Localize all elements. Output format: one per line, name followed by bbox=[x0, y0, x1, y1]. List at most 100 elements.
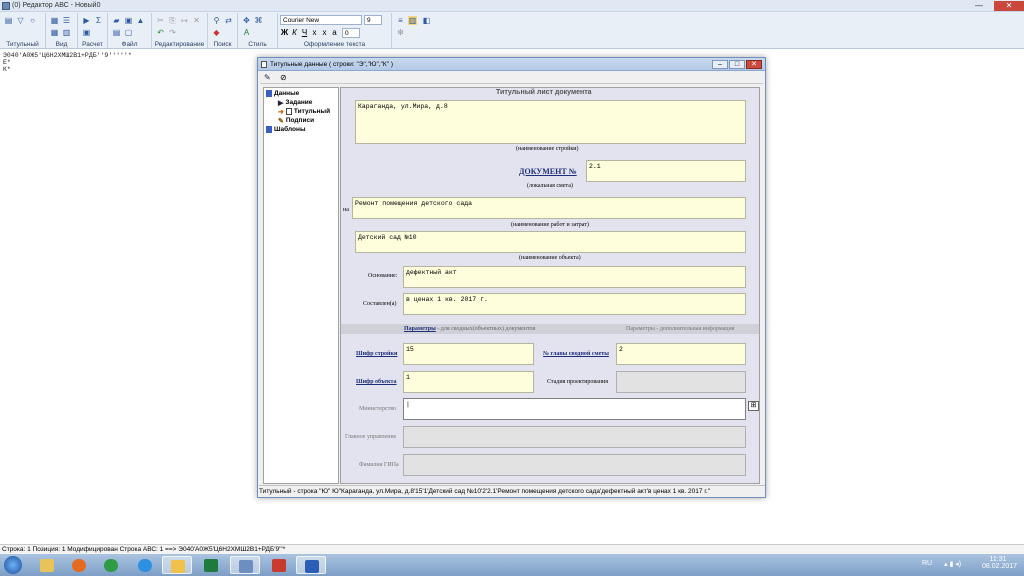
taskbar: RU ▴ ▮ ◂) 11:31 08.02.2017 bbox=[0, 554, 1024, 576]
columns-icon[interactable]: ▥ bbox=[62, 28, 71, 37]
font-name-select[interactable]: Courier New bbox=[280, 15, 362, 25]
tree-item-signatures[interactable]: ✎ Подписи bbox=[278, 117, 314, 125]
arrow-right-icon: ▶ bbox=[278, 100, 284, 107]
work-name-field[interactable]: Ремонт помещения детского сада bbox=[352, 197, 746, 219]
taskbar-app-red[interactable] bbox=[264, 556, 294, 574]
spacing-input[interactable]: 0 bbox=[342, 28, 360, 38]
tree-item-templates[interactable]: Шаблоны bbox=[266, 126, 306, 133]
paste-icon[interactable]: ↦ bbox=[180, 16, 189, 25]
sum-icon[interactable]: Σ bbox=[94, 16, 103, 25]
list-icon[interactable]: ☰ bbox=[62, 16, 71, 25]
object-name-field[interactable]: Детский сад №10 bbox=[355, 231, 746, 253]
redo-icon[interactable]: ↷ bbox=[168, 28, 177, 37]
document-text[interactable]: Э040'А0Ж5'Ц6Н2ХМШ2В1+РДБ''9'''''* Е* К* bbox=[3, 52, 132, 73]
italic-icon[interactable]: К bbox=[290, 28, 299, 37]
params-link[interactable]: Параметры bbox=[404, 326, 436, 332]
ribbon-toolbar: ▤ ▽ ○ Титульный ▦ ☰ ▦ ▥ Вид ▶ Σ ▣ Расчет… bbox=[0, 12, 1024, 49]
strike-icon[interactable]: a bbox=[330, 28, 339, 37]
title-sheet-panel: Титульный лист документа Караганда, ул.М… bbox=[340, 87, 760, 484]
dialog-close-button[interactable]: ✕ bbox=[746, 60, 762, 69]
stage-field[interactable] bbox=[616, 371, 746, 393]
style-icon[interactable]: ✥ bbox=[242, 16, 251, 25]
underline-icon[interactable]: Ч bbox=[300, 28, 309, 37]
basis-field[interactable]: дефектный акт bbox=[403, 266, 746, 288]
export-icon[interactable]: ▲ bbox=[136, 16, 145, 25]
compiled-field[interactable]: в ценах 1 кв. 2017 г. bbox=[403, 293, 746, 315]
palette-icon[interactable]: ◆ bbox=[212, 28, 221, 37]
save-icon[interactable]: ▣ bbox=[124, 16, 133, 25]
taskbar-explorer[interactable] bbox=[32, 556, 62, 574]
print-icon[interactable]: ▤ bbox=[112, 28, 121, 37]
open-icon[interactable]: ▰ bbox=[112, 16, 121, 25]
cancel-icon[interactable]: ⊘ bbox=[280, 73, 287, 82]
taskbar-abc-editor[interactable] bbox=[230, 556, 260, 574]
group-calc: ▶ Σ ▣ Расчет bbox=[78, 13, 108, 48]
clock[interactable]: 11:31 08.02.2017 bbox=[982, 556, 1017, 570]
delete-icon[interactable]: ✕ bbox=[192, 16, 201, 25]
cut-icon[interactable]: ✂ bbox=[156, 16, 165, 25]
copy-icon[interactable]: ⎘ bbox=[168, 16, 177, 25]
params-bar: Параметры - для сводных(объектных) докум… bbox=[341, 324, 759, 334]
undo-icon[interactable]: ↶ bbox=[156, 28, 165, 37]
calc-icon[interactable]: ▣ bbox=[82, 28, 91, 37]
start-button[interactable] bbox=[4, 556, 22, 574]
format-icon[interactable]: ⌘ bbox=[254, 16, 263, 25]
dialog-status-line: Титульный - строка "Ю" Ю"Караганда, ул.М… bbox=[259, 485, 765, 496]
close-button[interactable]: ✕ bbox=[994, 1, 1024, 11]
sup-icon[interactable]: x bbox=[320, 28, 329, 37]
font-color-icon[interactable]: A bbox=[242, 28, 251, 37]
font-size-select[interactable]: 9 bbox=[364, 15, 382, 25]
ministry-field[interactable]: | bbox=[403, 398, 746, 420]
preview-icon[interactable]: ▢ bbox=[124, 28, 133, 37]
dialog-toolbar: ✎ ⊘ bbox=[260, 72, 763, 84]
table-icon[interactable]: ▦ bbox=[50, 28, 59, 37]
app-title: (0) Редактор АВС - Новый0 bbox=[12, 2, 101, 9]
gip-field[interactable] bbox=[403, 454, 746, 476]
taskbar-chrome[interactable] bbox=[96, 556, 126, 574]
dialog-maximize-button[interactable]: □ bbox=[729, 60, 745, 69]
doc-icon[interactable]: ▤ bbox=[4, 16, 13, 25]
doc-line: Э040'А0Ж5'Ц6Н2ХМШ2В1+РДБ''9'''''* bbox=[3, 52, 132, 59]
document-number-field[interactable]: 2.1 bbox=[586, 160, 746, 182]
taskbar-firefox[interactable] bbox=[64, 556, 94, 574]
binoculars-icon[interactable]: ⚲ bbox=[212, 16, 221, 25]
tree-item-data[interactable]: Данные bbox=[266, 90, 299, 97]
language-indicator[interactable]: RU bbox=[922, 560, 932, 567]
info-icon[interactable]: ◧ bbox=[422, 16, 431, 25]
filter-icon[interactable]: ▽ bbox=[16, 16, 25, 25]
cipher-build-field[interactable]: 15 bbox=[403, 343, 534, 365]
main-dept-field[interactable] bbox=[403, 426, 746, 448]
lookup-icon[interactable]: ⊞ bbox=[748, 401, 759, 411]
taskbar-app-a[interactable] bbox=[162, 556, 192, 574]
na-label: на bbox=[343, 207, 349, 213]
pen-icon: ✎ bbox=[278, 118, 284, 125]
app-icon bbox=[2, 2, 10, 10]
settings-icon[interactable]: ✻ bbox=[396, 28, 405, 37]
taskbar-word[interactable] bbox=[296, 556, 326, 574]
dialog-minimize-button[interactable]: – bbox=[712, 60, 728, 69]
construction-field[interactable]: Караганда, ул.Мира, д.8 bbox=[355, 100, 746, 144]
app-status-bar: Строка: 1 Позиция: 1 Модифицирован Строк… bbox=[0, 544, 1024, 554]
grid-icon[interactable]: ▦ bbox=[50, 16, 59, 25]
window-icon[interactable]: ▥ bbox=[408, 16, 417, 25]
dialog-icon bbox=[261, 61, 267, 68]
play-icon[interactable]: ▶ bbox=[82, 16, 91, 25]
align-icon[interactable]: ≡ bbox=[396, 16, 405, 25]
sub-icon[interactable]: x bbox=[310, 28, 319, 37]
bold-icon[interactable]: Ж bbox=[280, 28, 289, 37]
params-extra-tab[interactable]: Параметры - дополнительная информация bbox=[626, 326, 734, 332]
chapter-field[interactable]: 2 bbox=[616, 343, 746, 365]
taskbar-ie[interactable] bbox=[130, 556, 160, 574]
tree-item-title[interactable]: ➔ Титульный bbox=[278, 108, 330, 116]
tree-item-task[interactable]: ▶ Задание bbox=[278, 99, 312, 107]
edit-pen-icon[interactable]: ✎ bbox=[264, 73, 271, 82]
doc-line: К* bbox=[3, 66, 11, 73]
group-edit: ✂ ⎘ ↦ ✕ ↶ ↷ Редактирование bbox=[152, 13, 208, 48]
app-title-bar: (0) Редактор АВС - Новый0 — ✕ bbox=[0, 0, 1024, 12]
tray-icons[interactable]: ▴ ▮ ◂) bbox=[944, 560, 961, 568]
replace-icon[interactable]: ⇄ bbox=[224, 16, 233, 25]
taskbar-excel[interactable] bbox=[196, 556, 226, 574]
cipher-object-field[interactable]: 1 bbox=[403, 371, 534, 393]
maximize-button[interactable] bbox=[970, 1, 992, 11]
circle-icon[interactable]: ○ bbox=[28, 16, 37, 25]
